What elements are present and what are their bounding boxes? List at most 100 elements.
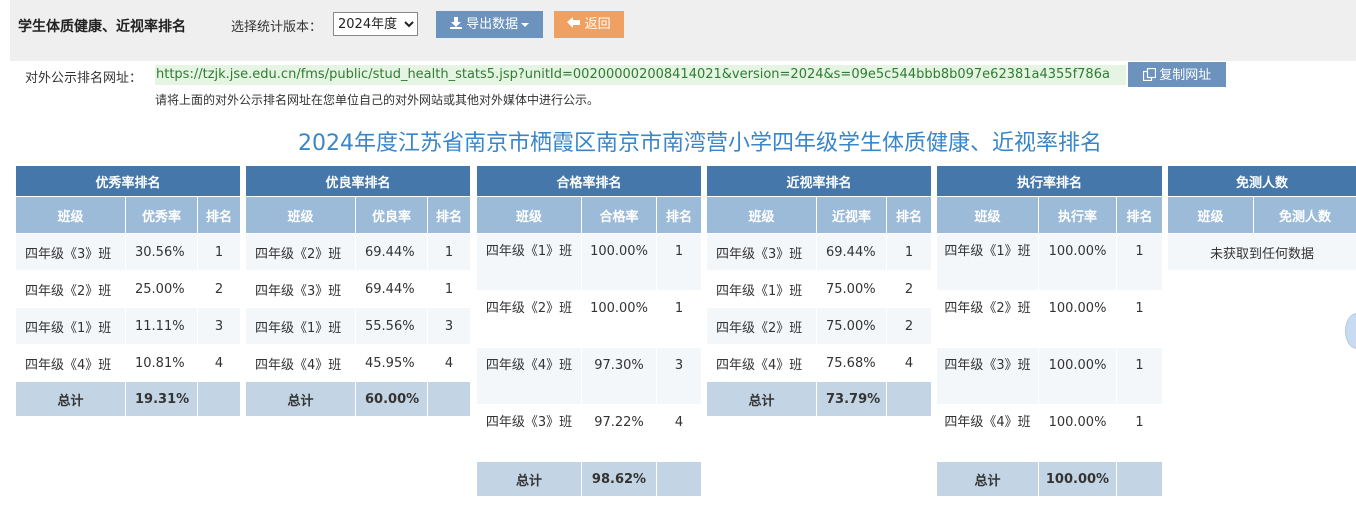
table-row: 四年级《4》班 75.68% 4 [706, 344, 933, 382]
table-caption: 合格率排名 [475, 165, 703, 197]
rate-cell: 100.00% [581, 233, 657, 291]
table-row: 四年级《3》班 100.00% 1 [936, 347, 1164, 405]
table-caption: 优良率排名 [244, 165, 472, 197]
copy-url-label: 复制网址 [1159, 67, 1212, 82]
table-row: 四年级《2》班 69.44% 1 [245, 233, 472, 271]
caret-down-icon [521, 22, 530, 27]
class-cell: 四年级《1》班 [476, 233, 582, 291]
table-row: 四年级《4》班 100.00% 1 [936, 404, 1164, 462]
table-row: 四年级《1》班 100.00% 1 [936, 233, 1164, 291]
class-cell: 四年级《3》班 [15, 233, 126, 271]
class-cell: 四年级《3》班 [245, 270, 356, 308]
rank-cell: 1 [1115, 233, 1164, 291]
class-cell: 四年级《2》班 [706, 307, 817, 345]
column-header: 班级 [15, 196, 126, 234]
rank-cell: 4 [196, 344, 242, 382]
rank-cell: 3 [655, 347, 703, 405]
rate-cell: 100.00% [1038, 347, 1117, 405]
column-header: 班级 [245, 196, 356, 234]
report-title: 2024年度江苏省南京市栖霞区南京市南湾营小学四年级学生体质健康、近视率排名 [298, 131, 1102, 156]
export-data-button[interactable]: 导出数据 [436, 11, 543, 38]
table-row: 四年级《4》班 10.81% 4 [15, 344, 242, 382]
column-header: 优良率 [355, 196, 428, 234]
exempt-count-table: 免测人数 班级 免测人数 未获取到任何数据 [1166, 165, 1356, 271]
copy-url-button[interactable]: 复制网址 [1128, 62, 1226, 87]
class-cell: 四年级《4》班 [936, 404, 1039, 462]
total-value: 73.79% [816, 381, 887, 417]
rate-cell: 97.22% [581, 404, 657, 462]
total-row: 总计 19.31% [15, 381, 242, 417]
class-cell: 四年级《2》班 [936, 290, 1039, 348]
page-title: 学生体质健康、近视率排名 [18, 19, 186, 35]
rate-cell: 25.00% [125, 270, 198, 308]
table-row: 四年级《3》班 69.44% 1 [245, 270, 472, 308]
rate-cell: 30.56% [125, 233, 198, 271]
class-cell: 四年级《4》班 [245, 344, 356, 382]
total-label: 总计 [15, 381, 126, 417]
class-cell: 四年级《3》班 [476, 404, 582, 462]
class-cell: 四年级《1》班 [245, 307, 356, 345]
column-header: 执行率 [1038, 196, 1117, 234]
rank-cell: 3 [426, 307, 472, 345]
total-row: 总计 60.00% [245, 381, 472, 417]
total-label: 总计 [706, 381, 817, 417]
rank-cell: 1 [885, 233, 933, 271]
version-select[interactable]: 2024年度 [333, 12, 418, 36]
rate-cell: 11.11% [125, 307, 198, 345]
total-row: 总计 98.62% [476, 461, 703, 497]
myopia-rate-table: 近视率排名 班级 近视率 排名 四年级《3》班 69.44% 1 四年级《1》班… [705, 165, 933, 417]
total-rank-cell [1115, 461, 1164, 497]
table-row: 四年级《1》班 75.00% 2 [706, 270, 933, 308]
class-cell: 四年级《2》班 [476, 290, 582, 348]
total-row: 总计 100.00% [936, 461, 1164, 497]
class-cell: 四年级《3》班 [706, 233, 817, 271]
total-label: 总计 [245, 381, 356, 417]
top-toolbar: 学生体质健康、近视率排名 选择统计版本： 2024年度 导出数据 返回 [10, 0, 1356, 61]
class-cell: 四年级《2》班 [15, 270, 126, 308]
class-cell: 四年级《4》班 [15, 344, 126, 382]
total-value: 98.62% [581, 461, 657, 497]
rank-cell: 2 [885, 270, 933, 308]
class-cell: 四年级《1》班 [15, 307, 126, 345]
good-rate-table: 优良率排名 班级 优良率 排名 四年级《2》班 69.44% 1 四年级《3》班… [244, 165, 472, 417]
table-row: 四年级《2》班 100.00% 1 [476, 290, 703, 348]
table-row: 四年级《3》班 30.56% 1 [15, 233, 242, 271]
column-header: 优秀率 [125, 196, 198, 234]
table-caption: 优秀率排名 [14, 165, 242, 197]
empty-message: 未获取到任何数据 [1166, 233, 1356, 271]
rank-cell: 1 [1115, 404, 1164, 462]
execution-rate-table: 执行率排名 班级 执行率 排名 四年级《1》班 100.00% 1 四年级《2》… [935, 165, 1164, 497]
public-url-value[interactable]: https://tzjk.jse.edu.cn/fms/public/stud_… [155, 65, 1126, 85]
column-header: 排名 [655, 196, 703, 234]
rate-cell: 45.95% [355, 344, 428, 382]
table-caption: 近视率排名 [705, 165, 933, 197]
empty-row: 未获取到任何数据 [1166, 233, 1356, 271]
column-header: 排名 [196, 196, 242, 234]
public-url-label: 对外公示排名网址： [25, 71, 143, 86]
table-row: 四年级《3》班 69.44% 1 [706, 233, 933, 271]
back-button[interactable]: 返回 [554, 11, 624, 38]
rate-cell: 100.00% [1038, 233, 1117, 291]
rank-cell: 4 [885, 344, 933, 382]
rank-cell: 1 [1115, 290, 1164, 348]
class-cell: 四年级《2》班 [245, 233, 356, 271]
pass-rate-table: 合格率排名 班级 合格率 排名 四年级《1》班 100.00% 1 四年级《2》… [475, 165, 703, 497]
rank-cell: 1 [426, 270, 472, 308]
column-header: 排名 [885, 196, 933, 234]
column-header: 班级 [936, 196, 1039, 234]
rank-cell: 1 [196, 233, 242, 271]
rate-cell: 100.00% [1038, 290, 1117, 348]
rank-cell: 1 [1115, 347, 1164, 405]
column-header: 班级 [706, 196, 817, 234]
rank-cell: 4 [426, 344, 472, 382]
rank-cell: 3 [196, 307, 242, 345]
column-header: 班级 [476, 196, 582, 234]
copy-icon [1142, 67, 1156, 82]
column-header: 免测人数 [1252, 196, 1356, 234]
rate-cell: 75.00% [816, 307, 887, 345]
total-rank-cell [885, 381, 933, 417]
class-cell: 四年级《4》班 [706, 344, 817, 382]
rank-cell: 4 [655, 404, 703, 462]
total-rank-cell [196, 381, 242, 417]
floating-side-button[interactable] [1345, 313, 1356, 349]
